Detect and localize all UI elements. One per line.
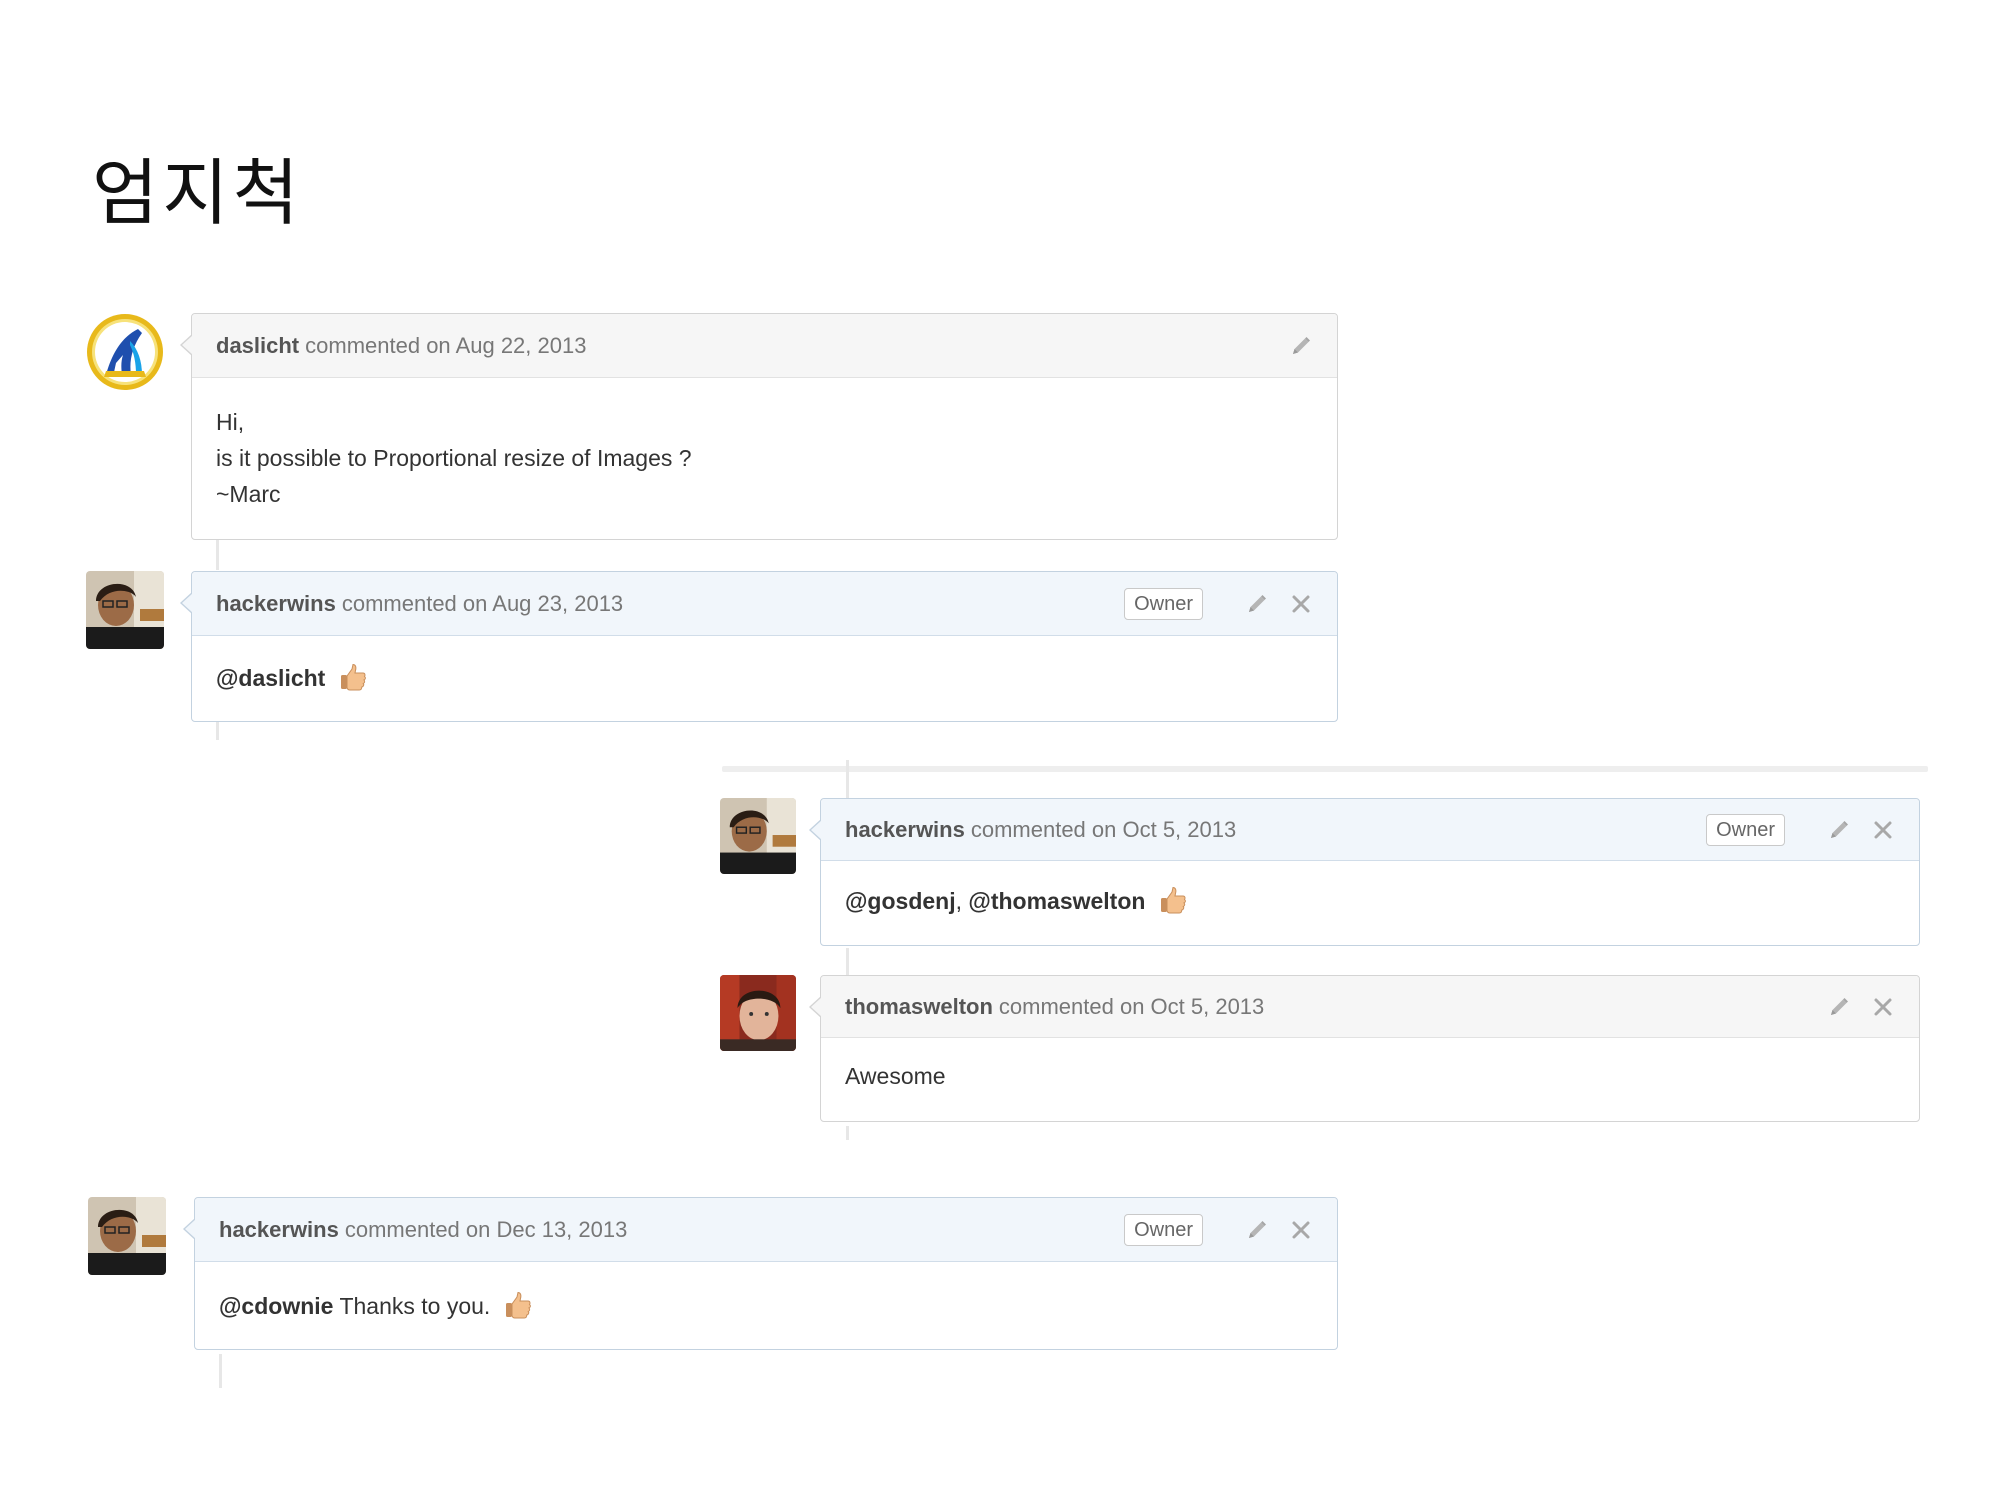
pencil-icon[interactable] xyxy=(1245,592,1269,616)
comment-body: Awesome xyxy=(821,1038,1919,1114)
comment-header: hackerwins commented on Oct 5, 2013 Owne… xyxy=(809,799,1919,861)
close-icon[interactable] xyxy=(1289,592,1313,616)
comment-header: thomaswelton commented on Oct 5, 2013 xyxy=(809,976,1919,1038)
comment-line: ~Marc xyxy=(216,481,281,507)
user-mention[interactable]: @gosdenj xyxy=(845,888,956,914)
pencil-icon[interactable] xyxy=(1245,1218,1269,1242)
timeline-line xyxy=(216,722,219,740)
avatar-thomaswelton[interactable] xyxy=(720,975,796,1051)
timeline-line xyxy=(846,948,849,976)
comment-header: hackerwins commented on Dec 13, 2013 Own… xyxy=(183,1198,1337,1262)
comment-line: Hi, xyxy=(216,409,245,435)
owner-badge: Owner xyxy=(1706,813,1785,846)
comment-card: daslicht commented on Aug 22, 2013 Hi, i… xyxy=(180,313,1338,540)
comment-text: Awesome xyxy=(845,1063,946,1089)
comment-actions: Owner xyxy=(1706,813,1895,846)
thumbs-up-icon xyxy=(1158,885,1188,915)
comment-timestamp[interactable]: commented on Aug 22, 2013 xyxy=(305,333,586,359)
comment-text: Thanks to you. xyxy=(339,1293,491,1319)
comment-card: hackerwins commented on Aug 23, 2013 Own… xyxy=(180,571,1338,722)
comment-author[interactable]: hackerwins xyxy=(219,1217,339,1243)
close-icon[interactable] xyxy=(1871,995,1895,1019)
comment-timestamp[interactable]: commented on Dec 13, 2013 xyxy=(345,1217,628,1243)
comment-card: hackerwins commented on Dec 13, 2013 Own… xyxy=(183,1197,1338,1350)
comment-card: hackerwins commented on Oct 5, 2013 Owne… xyxy=(809,798,1920,946)
close-icon[interactable] xyxy=(1289,1218,1313,1242)
comment-body: @daslicht xyxy=(192,636,1337,716)
comment-body: @cdownie Thanks to you. xyxy=(195,1262,1337,1344)
user-mention[interactable]: @daslicht xyxy=(216,665,325,691)
pencil-icon[interactable] xyxy=(1289,334,1313,358)
comment-timestamp[interactable]: commented on Aug 23, 2013 xyxy=(342,591,623,617)
comment-actions xyxy=(1289,334,1313,358)
timeline-line xyxy=(846,1126,849,1140)
pencil-icon[interactable] xyxy=(1827,818,1851,842)
comment-card: thomaswelton commented on Oct 5, 2013 Aw… xyxy=(809,975,1920,1122)
user-photo-icon xyxy=(86,571,164,649)
comment-actions xyxy=(1827,995,1895,1019)
comment-timestamp[interactable]: commented on Oct 5, 2013 xyxy=(999,994,1264,1020)
owner-badge: Owner xyxy=(1124,1213,1203,1246)
user-mention[interactable]: @thomaswelton xyxy=(968,888,1145,914)
user-photo-icon xyxy=(720,798,796,874)
user-photo-icon xyxy=(720,975,796,1051)
close-icon[interactable] xyxy=(1871,818,1895,842)
avatar-hackerwins[interactable] xyxy=(86,571,164,649)
comment-header: daslicht commented on Aug 22, 2013 xyxy=(180,314,1337,378)
comment-actions: Owner xyxy=(1124,587,1313,620)
owner-badge: Owner xyxy=(1124,587,1203,620)
timeline-line xyxy=(219,1354,222,1388)
avatar-daslicht[interactable] xyxy=(86,313,164,391)
comment-author[interactable]: daslicht xyxy=(216,333,299,359)
user-photo-icon xyxy=(88,1197,166,1275)
timeline-line xyxy=(846,760,849,800)
comment-header: hackerwins commented on Aug 23, 2013 Own… xyxy=(180,572,1337,636)
avatar-hackerwins[interactable] xyxy=(720,798,796,874)
mention-separator: , xyxy=(955,888,962,914)
comment-timestamp[interactable]: commented on Oct 5, 2013 xyxy=(971,817,1236,843)
thread-divider xyxy=(722,766,1928,772)
comment-body: @gosdenj, @thomaswelton xyxy=(821,861,1919,939)
comment-body: Hi, is it possible to Proportional resiz… xyxy=(192,378,1337,532)
daslicht-logo-icon xyxy=(87,314,163,390)
user-mention[interactable]: @cdownie xyxy=(219,1293,333,1319)
comment-actions: Owner xyxy=(1124,1213,1313,1246)
timeline-line xyxy=(216,540,219,570)
thumbs-up-icon xyxy=(338,662,368,692)
pencil-icon[interactable] xyxy=(1827,995,1851,1019)
comment-author[interactable]: thomaswelton xyxy=(845,994,993,1020)
slide-title: 엄지척 xyxy=(92,151,303,235)
comment-line: is it possible to Proportional resize of… xyxy=(216,445,692,471)
comment-author[interactable]: hackerwins xyxy=(216,591,336,617)
avatar-hackerwins[interactable] xyxy=(88,1197,166,1275)
thumbs-up-icon xyxy=(503,1290,533,1320)
comment-author[interactable]: hackerwins xyxy=(845,817,965,843)
